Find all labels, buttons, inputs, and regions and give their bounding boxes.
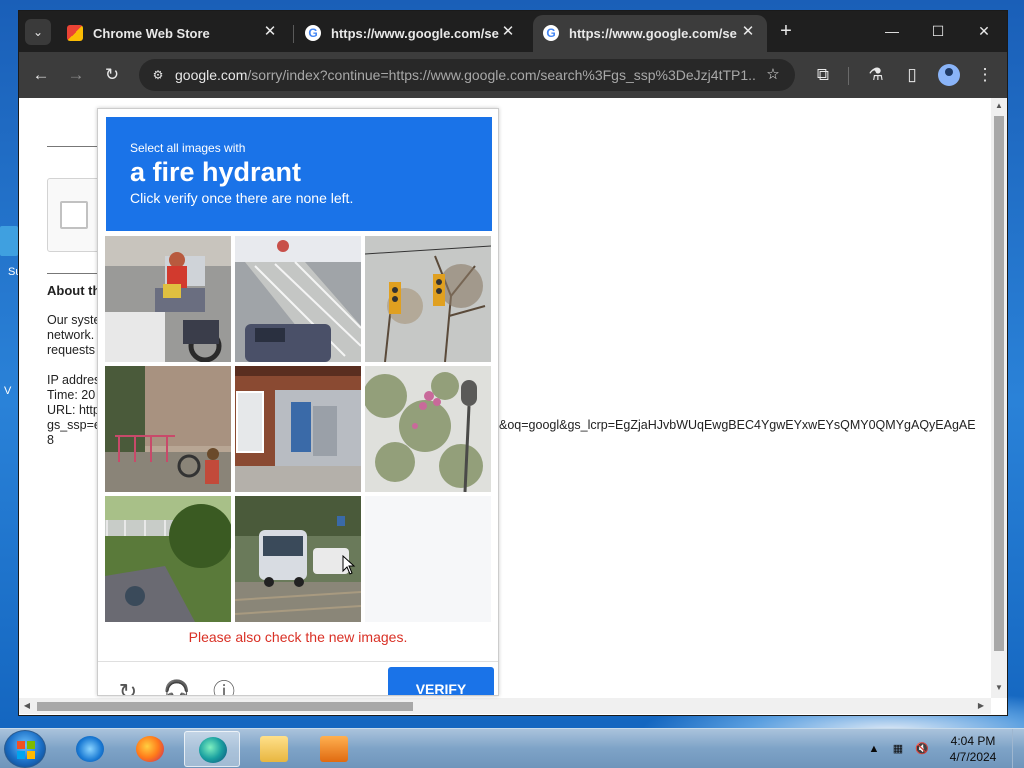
tab-google-search-active[interactable]: G https://www.google.com/search ✕ [533, 15, 767, 52]
taskbar-media-player[interactable] [306, 731, 362, 767]
address-url[interactable]: google.com/sorry/index?continue=https://… [175, 67, 755, 83]
labs-flask-icon[interactable]: ⚗ [864, 63, 888, 87]
scroll-right-arrow[interactable]: ▶ [976, 701, 986, 711]
firefox-icon [136, 736, 164, 762]
maximize-button[interactable]: ☐ [923, 17, 953, 45]
tab-title: Chrome Web Store [93, 26, 210, 41]
minimize-button[interactable]: — [877, 17, 907, 45]
url-line-cont: gs_ssp=e [47, 418, 101, 432]
tab-strip: ⌄ Chrome Web Store ✕ G https://www.googl… [19, 11, 1007, 52]
taskbar-firefox[interactable] [122, 731, 178, 767]
about-heading: About th [47, 283, 101, 298]
scroll-up-arrow[interactable]: ▲ [994, 101, 1004, 111]
tab-close-icon[interactable]: ✕ [739, 23, 757, 41]
url-line-end: 8 [47, 433, 54, 447]
media-player-icon [320, 736, 348, 762]
taskbar-edge[interactable] [184, 731, 240, 767]
scroll-down-arrow[interactable]: ▼ [994, 683, 1004, 693]
error-message: Please also check the new images. [188, 629, 408, 645]
horizontal-scrollbar[interactable]: ◀ ▶ [19, 698, 991, 714]
tab-title: https://www.google.com/search [569, 26, 737, 41]
tile-traffic-lights[interactable] [365, 236, 491, 362]
scrollbar-thumb[interactable] [994, 116, 1004, 651]
tab-close-icon[interactable]: ✕ [261, 23, 279, 41]
internet-explorer-icon [76, 736, 104, 762]
google-icon: G [543, 25, 559, 41]
url-tail-text: &oq=googl&gs_lcrp=EgZjaHJvbWUqEwgBEC4Ygw… [499, 418, 976, 432]
target-object-text: a fire hydrant [130, 157, 302, 187]
network-icon[interactable]: ▦ [890, 741, 906, 757]
forward-button[interactable]: → [64, 63, 88, 87]
tile-garage-door[interactable] [235, 366, 361, 492]
google-icon: G [305, 25, 321, 41]
address-bar[interactable]: ⚙ google.com/sorry/index?continue=https:… [139, 59, 795, 91]
address-host: google.com [175, 67, 248, 83]
vertical-scrollbar[interactable]: ▲ ▼ [991, 98, 1007, 698]
address-path: /sorry/index?continue=https://www.google… [247, 67, 755, 83]
taskbar-clock[interactable]: 4:04 PM 4/7/2024 [938, 733, 1008, 765]
audio-challenge-icon[interactable]: 🎧 [163, 679, 190, 695]
verify-button[interactable]: VERIFY [388, 667, 494, 695]
extensions-icon[interactable]: ⧉ [811, 63, 835, 87]
tile-house-porch[interactable] [105, 366, 231, 492]
edge-icon [199, 737, 227, 763]
taskbar-file-explorer[interactable] [246, 731, 302, 767]
ip-line: IP addres [47, 373, 101, 387]
body-line: Our syste [47, 313, 101, 327]
taskbar-internet-explorer[interactable] [62, 731, 118, 767]
help-info-icon[interactable]: ⓘ [211, 679, 237, 695]
instruction-text: Select all images with [130, 141, 246, 155]
tab-google-search-1[interactable]: G https://www.google.com/search ✕ [295, 15, 527, 52]
body-line: network. [47, 328, 95, 342]
tile-tree-streetlight[interactable] [365, 366, 491, 492]
tile-loading[interactable] [365, 496, 491, 622]
taskbar: ▲ ▦ 🔇 4:04 PM 4/7/2024 [0, 728, 1024, 768]
show-hidden-icons[interactable]: ▲ [866, 741, 882, 757]
browser-toolbar: ← → ↻ ⚙ google.com/sorry/index?continue=… [19, 52, 1007, 98]
profile-avatar[interactable] [938, 64, 960, 86]
recaptcha-challenge: Select all images with a fire hydrant Cl… [97, 108, 499, 696]
menu-kebab-icon[interactable]: ⋮ [973, 63, 997, 87]
tab-search-button[interactable]: ⌄ [25, 19, 51, 45]
scroll-left-arrow[interactable]: ◀ [22, 701, 32, 711]
clock-date: 4/7/2024 [949, 750, 997, 764]
bookmark-star-icon[interactable]: ☆ [763, 65, 783, 85]
scrollbar-thumb[interactable] [37, 702, 413, 711]
volume-muted-icon[interactable]: 🔇 [914, 741, 930, 757]
start-button[interactable] [4, 730, 46, 768]
tab-title: https://www.google.com/search [331, 26, 499, 41]
instruction-subtext: Click verify once there are none left. [130, 190, 354, 206]
show-desktop-button[interactable] [1012, 729, 1024, 768]
windows-logo-icon [17, 741, 35, 759]
toolbar-divider [848, 67, 849, 85]
reload-challenge-icon[interactable]: ↻ [115, 679, 141, 695]
footer-divider [98, 661, 498, 662]
desktop-shortcut-icon[interactable] [0, 226, 18, 256]
tab-separator [293, 25, 294, 43]
desktop-shortcut-label-2: V [4, 385, 12, 397]
tile-motorbikes-street[interactable] [105, 236, 231, 362]
file-explorer-icon [260, 736, 288, 762]
chrome-web-store-icon [67, 25, 83, 41]
time-line: Time: 20 [47, 388, 96, 402]
challenge-header: Select all images with a fire hydrant Cl… [106, 117, 492, 231]
close-window-button[interactable]: ✕ [969, 17, 999, 45]
back-button[interactable]: ← [29, 63, 53, 87]
body-line: requests [47, 343, 95, 357]
site-info-icon[interactable]: ⚙ [149, 66, 167, 84]
side-panel-icon[interactable]: ▯ [900, 63, 924, 87]
tab-close-icon[interactable]: ✕ [499, 23, 517, 41]
clock-time: 4:04 PM [950, 734, 996, 748]
mouse-cursor-icon [342, 555, 356, 575]
tile-stairs-car[interactable] [235, 236, 361, 362]
url-line: URL: http [47, 403, 100, 417]
new-tab-button[interactable]: + [775, 20, 797, 42]
recaptcha-checkbox[interactable] [60, 201, 88, 229]
tab-chrome-web-store[interactable]: Chrome Web Store ✕ [57, 15, 289, 52]
reload-button[interactable]: ↻ [100, 63, 124, 87]
tile-creek-bridge[interactable] [105, 496, 231, 622]
